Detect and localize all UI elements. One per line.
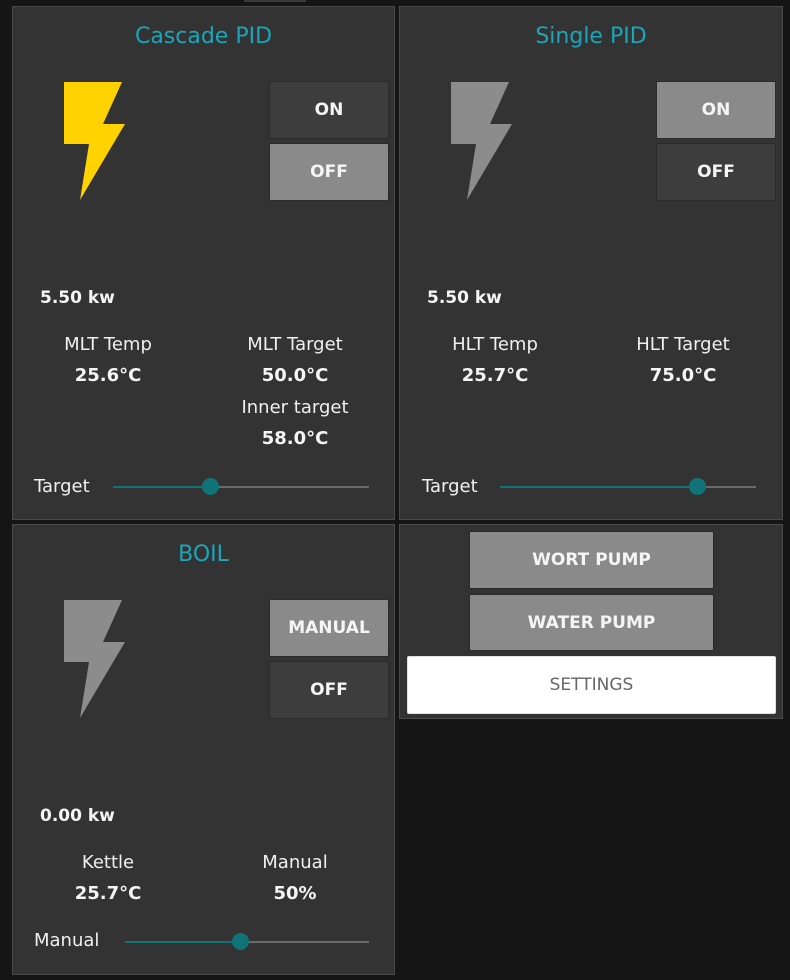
single-pid-panel: Single PID ON OFF 5.50 kw HLT Temp 25.7°…: [399, 6, 783, 520]
manual-value: 50%: [273, 883, 317, 904]
inner-target-value: 58.0°C: [261, 428, 329, 449]
power-readout: 5.50 kw: [40, 288, 115, 308]
water-pump-button[interactable]: WATER PUMP: [469, 594, 714, 651]
slider-thumb[interactable]: [231, 933, 249, 950]
off-button[interactable]: OFF: [656, 143, 776, 201]
off-button[interactable]: OFF: [269, 143, 389, 201]
hlt-target-label: HLT Target: [636, 334, 730, 355]
target-slider-label: Target: [34, 476, 90, 497]
off-button[interactable]: OFF: [269, 661, 389, 719]
target-slider[interactable]: [500, 478, 756, 495]
mlt-temp-label: MLT Temp: [64, 334, 152, 355]
slider-fill: [113, 486, 211, 488]
manual-slider-label: Manual: [34, 930, 100, 951]
panel-title: BOIL: [178, 542, 229, 567]
boil-panel: BOIL MANUAL OFF 0.00 kw Kettle 25.7°C Ma…: [12, 524, 395, 975]
pumps-panel: WORT PUMP WATER PUMP SETTINGS: [399, 524, 783, 719]
manual-slider[interactable]: [125, 933, 369, 950]
wort-pump-button[interactable]: WORT PUMP: [469, 531, 714, 589]
power-readout: 0.00 kw: [40, 806, 115, 826]
hlt-target-value: 75.0°C: [649, 365, 717, 386]
kettle-value: 25.7°C: [74, 883, 142, 904]
target-slider-label: Target: [422, 476, 478, 497]
slider-fill: [125, 941, 240, 943]
lightning-bolt-icon: [64, 600, 125, 718]
manual-value-label: Manual: [262, 852, 328, 873]
slider-thumb[interactable]: [689, 478, 707, 495]
top-edge-marker: [244, 0, 306, 2]
mlt-target-value: 50.0°C: [261, 365, 329, 386]
panel-title: Cascade PID: [134, 24, 273, 49]
kettle-label: Kettle: [81, 852, 135, 873]
settings-button[interactable]: SETTINGS: [407, 656, 776, 714]
mlt-target-label: MLT Target: [247, 334, 343, 355]
slider-thumb[interactable]: [202, 478, 220, 495]
slider-fill: [500, 486, 698, 488]
hlt-temp-label: HLT Temp: [452, 334, 538, 355]
cascade-pid-panel: Cascade PID ON OFF 5.50 kw MLT Temp 25.6…: [12, 6, 395, 520]
panel-title: Single PID: [535, 24, 647, 49]
on-button[interactable]: ON: [269, 81, 389, 139]
target-slider[interactable]: [113, 478, 369, 495]
inner-target-label: Inner target: [241, 397, 349, 418]
mlt-temp-value: 25.6°C: [74, 365, 142, 386]
manual-button[interactable]: MANUAL: [269, 599, 389, 657]
lightning-bolt-icon: [451, 82, 512, 200]
hlt-temp-value: 25.7°C: [461, 365, 529, 386]
power-readout: 5.50 kw: [427, 288, 502, 308]
lightning-bolt-icon: [64, 82, 125, 200]
on-button[interactable]: ON: [656, 81, 776, 139]
